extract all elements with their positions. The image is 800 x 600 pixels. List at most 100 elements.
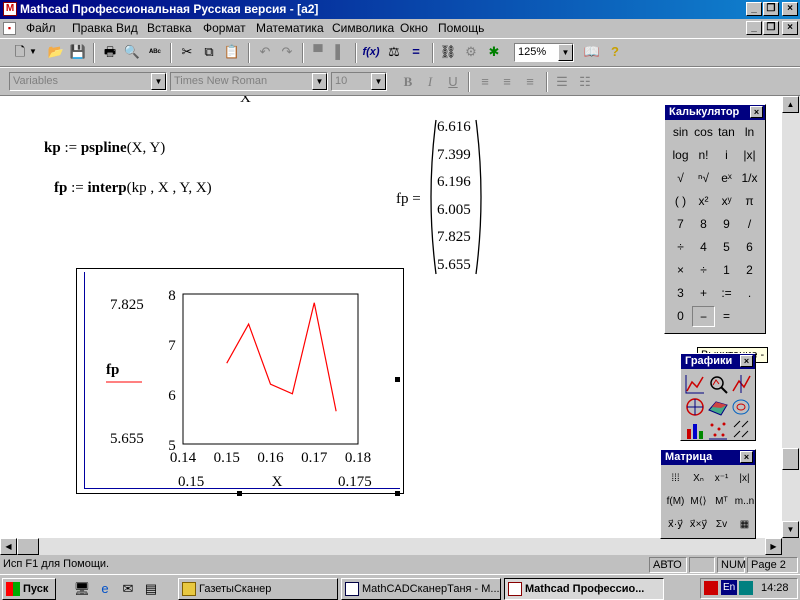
zoom-select[interactable]: 125% ▼ — [514, 43, 574, 62]
calc-key[interactable]: 3 — [669, 283, 692, 304]
doc-restore-button[interactable]: ❐ — [763, 21, 779, 35]
calc-key[interactable]: ( ) — [669, 191, 692, 212]
matrix-key[interactable]: x⁻¹ — [710, 468, 733, 489]
font-size-select[interactable]: 10 ▼ — [331, 72, 387, 91]
doc-close-button[interactable]: × — [782, 21, 798, 35]
matrix-key[interactable]: x⃗×y⃗ — [687, 514, 710, 535]
insert-component-icon[interactable]: ⚙ — [461, 42, 481, 62]
new-icon[interactable]: 🗋 — [10, 42, 30, 62]
calc-key[interactable]: 0 — [669, 306, 692, 327]
polar-plot-icon[interactable] — [684, 396, 706, 418]
insert-hyperlink-icon[interactable]: ⛓ — [438, 42, 458, 62]
matrix-key[interactable]: ⁞⁞⁞ — [664, 468, 687, 489]
calc-key[interactable]: + — [692, 283, 715, 304]
menu-insert[interactable]: Вставка — [147, 19, 192, 38]
calc-key[interactable]: 7 — [669, 214, 692, 235]
calc-key[interactable]: eˣ — [715, 168, 738, 189]
underline-button[interactable]: U — [443, 72, 463, 92]
bullet-list-icon[interactable]: ☰ — [552, 72, 572, 92]
calc-key[interactable]: − — [692, 306, 715, 327]
menu-file[interactable]: Файл — [26, 19, 56, 38]
matrix-key[interactable]: |x| — [733, 468, 756, 489]
calc-key[interactable]: ÷ — [692, 260, 715, 281]
calc-key[interactable]: ln — [738, 122, 761, 143]
task-button-word[interactable]: MathCADСканерТаня - M... — [341, 578, 501, 600]
task-button-gazety[interactable]: ГазетыСканер — [178, 578, 338, 600]
close-icon[interactable]: × — [740, 355, 753, 367]
start-button[interactable]: Пуск — [2, 578, 56, 600]
calc-key[interactable]: xʸ — [715, 191, 738, 212]
xy-plot-icon[interactable] — [684, 373, 706, 395]
internet-explorer-icon[interactable]: e — [95, 579, 115, 599]
scroll-down-button[interactable]: ▼ — [782, 521, 799, 538]
font-select[interactable]: Times New Roman ▼ — [170, 72, 328, 91]
calc-key[interactable]: := — [715, 283, 738, 304]
matrix-key[interactable]: x⃗·y⃗ — [664, 514, 687, 535]
vector-field-plot-icon[interactable] — [730, 419, 752, 441]
calc-key[interactable]: x² — [692, 191, 715, 212]
calc-key[interactable]: 6 — [738, 237, 761, 258]
spell-check-icon[interactable]: ᴬᴮᶜ — [145, 42, 165, 62]
numbered-list-icon[interactable]: ☷ — [575, 72, 595, 92]
undo-icon[interactable]: ↶ — [255, 42, 275, 62]
matrix-title-bar[interactable]: Матрица × — [661, 450, 755, 465]
vertical-scrollbar[interactable]: ▲ ▼ — [782, 96, 800, 538]
calc-key[interactable]: = — [715, 306, 738, 327]
calc-key[interactable]: 5 — [715, 237, 738, 258]
calc-key[interactable]: / — [738, 214, 761, 235]
calc-key[interactable]: ⁿ√ — [692, 168, 715, 189]
horizontal-scrollbar[interactable]: ◀ ▶ — [0, 538, 782, 555]
close-button[interactable]: × — [782, 2, 798, 16]
scroll-right-button[interactable]: ▶ — [765, 538, 782, 555]
matrix-key[interactable]: Xₙ — [687, 468, 710, 489]
menu-window[interactable]: Окно — [400, 19, 428, 38]
bold-button[interactable]: B — [398, 72, 418, 92]
calc-key[interactable]: sin — [669, 122, 692, 143]
redo-icon[interactable]: ↷ — [277, 42, 297, 62]
paste-icon[interactable]: 📋 — [222, 42, 242, 62]
align-center-icon[interactable]: ≡ — [497, 72, 517, 92]
matrix-key[interactable]: Σv — [710, 514, 733, 535]
scroll-thumb[interactable] — [17, 538, 39, 555]
graphs-title-bar[interactable]: Графики × — [681, 354, 755, 369]
print-icon[interactable]: 🖶 — [100, 42, 120, 62]
calc-key[interactable]: ÷ — [669, 237, 692, 258]
calc-key[interactable]: n! — [692, 145, 715, 166]
calc-key[interactable]: 8 — [692, 214, 715, 235]
trace-plot-icon[interactable] — [730, 373, 752, 395]
align-top-icon[interactable]: ▀ — [308, 42, 328, 62]
scatter-3d-plot-icon[interactable] — [707, 419, 729, 441]
menu-view[interactable]: Вид — [116, 19, 138, 38]
calculator-title-bar[interactable]: Калькулятор × — [665, 105, 765, 120]
matrix-key[interactable]: ▦ — [733, 514, 756, 535]
scroll-up-button[interactable]: ▲ — [782, 96, 799, 113]
align-down-icon[interactable]: ▌ — [330, 42, 350, 62]
chevron-down-icon[interactable]: ▼ — [371, 73, 386, 90]
zoom-plot-icon[interactable] — [707, 373, 729, 395]
menu-symbolics[interactable]: Символика — [332, 19, 394, 38]
chevron-down-icon[interactable]: ▼ — [151, 73, 166, 90]
calc-key[interactable]: 1/x — [738, 168, 761, 189]
quick-launch-icon[interactable]: ▤ — [141, 579, 161, 599]
matrix-key[interactable]: m..n — [733, 491, 756, 512]
new-dropdown-icon[interactable]: ▼ — [28, 42, 38, 62]
document-icon[interactable]: ▪ — [3, 22, 16, 35]
bar-3d-plot-icon[interactable] — [684, 419, 706, 441]
menu-help[interactable]: Помощь — [438, 19, 484, 38]
align-left-icon[interactable]: ≡ — [475, 72, 495, 92]
resources-book-icon[interactable]: 📖 — [582, 42, 602, 62]
style-select[interactable]: Variables ▼ — [9, 72, 167, 91]
desktop-icon[interactable]: 🖥 — [72, 579, 92, 599]
calc-key[interactable]: tan — [715, 122, 738, 143]
matrix-key[interactable]: M⟨⟩ — [687, 491, 710, 512]
menu-edit[interactable]: Правка — [72, 19, 113, 38]
minimize-button[interactable]: _ — [746, 2, 762, 16]
calc-key[interactable]: 2 — [738, 260, 761, 281]
italic-button[interactable]: I — [420, 72, 440, 92]
close-icon[interactable]: × — [740, 451, 753, 463]
save-icon[interactable]: 💾 — [68, 42, 88, 62]
maximize-button[interactable]: ❐ — [763, 2, 779, 16]
menu-math[interactable]: Математика — [256, 19, 324, 38]
surface-plot-icon[interactable] — [707, 396, 729, 418]
chevron-down-icon[interactable]: ▼ — [558, 44, 573, 61]
